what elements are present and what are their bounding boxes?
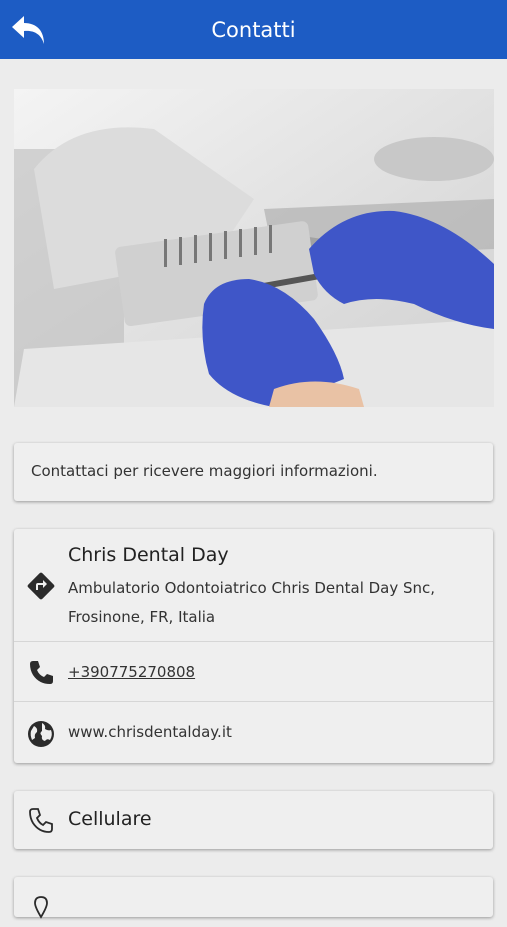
dental-instruments-photo bbox=[14, 89, 494, 407]
phone-icon bbox=[26, 658, 56, 688]
phone-link[interactable]: +390775270808 bbox=[68, 663, 195, 681]
address-text: Ambulatorio Odontoiatrico Chris Dental D… bbox=[68, 579, 436, 626]
phone-row[interactable]: +390775270808 bbox=[14, 641, 493, 702]
contact-card: Chris Dental Day Ambulatorio Odontoiatri… bbox=[14, 529, 493, 763]
mobile-button[interactable]: Cellulare bbox=[14, 791, 493, 849]
partial-icon bbox=[26, 893, 56, 923]
top-bar: Contatti bbox=[0, 0, 507, 59]
page-title: Contatti bbox=[211, 18, 296, 42]
mobile-label: Cellulare bbox=[68, 808, 152, 830]
website-row[interactable]: www.chrisdentalday.it bbox=[14, 701, 493, 764]
website-link[interactable]: www.chrisdentalday.it bbox=[68, 723, 232, 741]
intro-text: Contattaci per ricevere maggiori informa… bbox=[31, 462, 378, 480]
business-name: Chris Dental Day bbox=[68, 544, 229, 566]
directions-icon bbox=[26, 571, 56, 601]
address-row[interactable]: Chris Dental Day Ambulatorio Odontoiatri… bbox=[14, 529, 493, 641]
globe-icon bbox=[26, 719, 56, 749]
intro-card: Contattaci per ricevere maggiori informa… bbox=[14, 443, 493, 501]
phone-outline-icon bbox=[26, 805, 56, 835]
next-card[interactable] bbox=[14, 877, 493, 919]
